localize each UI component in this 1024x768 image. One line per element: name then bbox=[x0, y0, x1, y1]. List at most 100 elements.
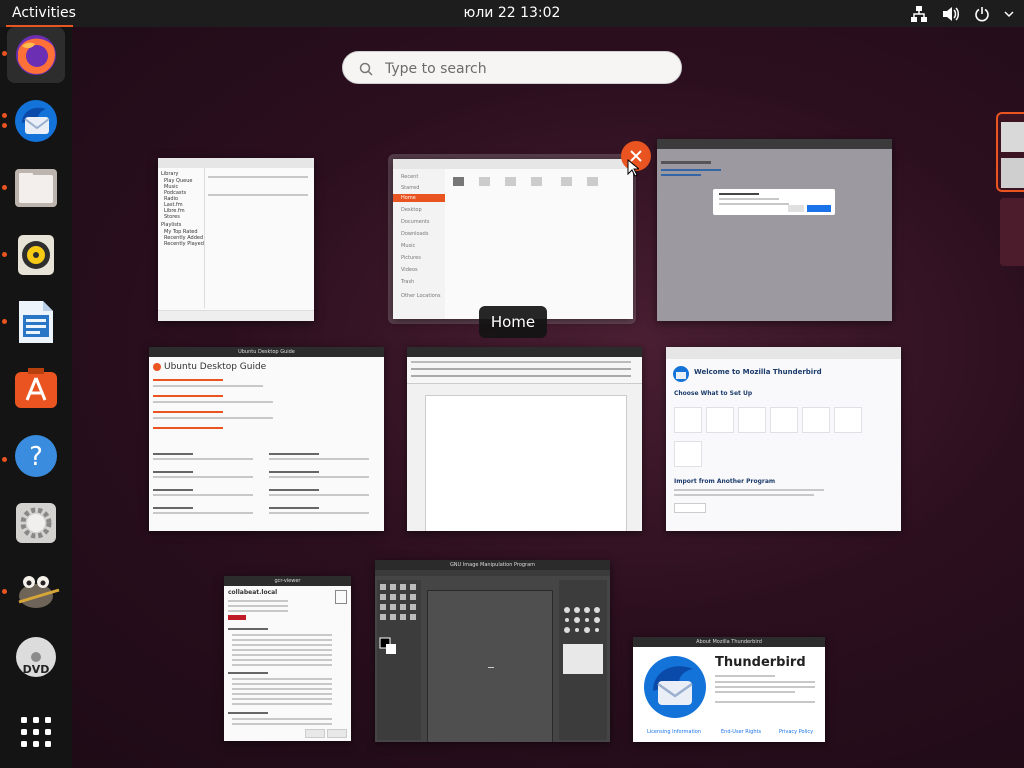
dock-rhythmbox[interactable] bbox=[7, 227, 65, 283]
setup-filelink-button[interactable] bbox=[802, 407, 830, 433]
writer-icon bbox=[19, 301, 53, 343]
dialog-confirm-button[interactable] bbox=[807, 205, 831, 212]
window-title: About Mozilla Thunderbird bbox=[696, 639, 762, 645]
svg-text:DVD: DVD bbox=[23, 663, 50, 676]
gimp-toolbox[interactable] bbox=[377, 580, 421, 740]
search-input[interactable] bbox=[383, 58, 667, 80]
thunderbird-logo-icon bbox=[644, 656, 706, 718]
dock-firefox[interactable] bbox=[7, 27, 65, 83]
sidebar-item-starred[interactable]: Starred bbox=[401, 185, 419, 191]
window-about-thunderbird[interactable]: About Mozilla Thunderbird Thunderbird Li… bbox=[633, 637, 825, 742]
search-box[interactable] bbox=[342, 51, 682, 84]
window-files-home[interactable]: Recent Starred Home Desktop Documents Do… bbox=[393, 159, 633, 319]
network-icon[interactable] bbox=[910, 6, 928, 22]
dock-writer[interactable] bbox=[7, 294, 65, 350]
dock-files[interactable] bbox=[7, 160, 65, 216]
sidebar-item-other-locations[interactable]: Other Locations bbox=[401, 293, 441, 299]
rhythmbox-playbar bbox=[158, 310, 314, 321]
window-tooltip: Home bbox=[479, 306, 547, 338]
sidebar-item-downloads[interactable]: Downloads bbox=[401, 231, 428, 237]
dock-dvd[interactable]: DVD bbox=[7, 629, 65, 685]
certificate-domain: collabeat.local bbox=[228, 589, 278, 596]
window-rhythmbox[interactable]: Library Play Queue Music Podcasts Radio … bbox=[158, 158, 314, 321]
sidebar-item[interactable]: Stores bbox=[164, 214, 180, 220]
window-title: Ubuntu Desktop Guide bbox=[238, 349, 295, 355]
setup-email-button[interactable] bbox=[674, 407, 702, 433]
end-user-rights-link[interactable]: End-User Rights bbox=[721, 729, 761, 735]
setup-addressbook-button[interactable] bbox=[738, 407, 766, 433]
product-name: Thunderbird bbox=[715, 655, 806, 670]
sidebar-item[interactable]: Recently Played bbox=[164, 241, 204, 247]
welcome-heading: Welcome to Mozilla Thunderbird bbox=[694, 368, 822, 376]
close-dialog-button[interactable] bbox=[327, 729, 347, 738]
window-gimp[interactable]: GNU Image Manipulation Program bbox=[375, 560, 610, 742]
help-icon: ? bbox=[15, 435, 57, 477]
setup-calendar-button[interactable] bbox=[706, 407, 734, 433]
sidebar-label: Playlists bbox=[161, 222, 182, 228]
thunderbird-icon bbox=[15, 100, 57, 142]
activities-button[interactable]: Activities bbox=[0, 0, 88, 27]
sidebar-label: Library bbox=[161, 171, 179, 177]
writer-toolbar bbox=[407, 357, 642, 384]
gimp-menubar[interactable] bbox=[375, 570, 610, 576]
window-thunderbird[interactable]: Welcome to Mozilla Thunderbird Choose Wh… bbox=[666, 347, 901, 531]
gimp-brushes-panel[interactable] bbox=[559, 580, 607, 740]
import-button[interactable] bbox=[674, 503, 706, 513]
sidebar-item-home[interactable]: Home bbox=[401, 195, 416, 201]
dock-software[interactable] bbox=[7, 361, 65, 417]
sidebar-item-recent[interactable]: Recent bbox=[401, 174, 418, 180]
dialog-cancel-button[interactable] bbox=[788, 205, 804, 212]
setup-newsgroups-button[interactable] bbox=[674, 441, 702, 467]
sidebar-item-pictures[interactable]: Pictures bbox=[401, 255, 421, 261]
sidebar-item-music[interactable]: Music bbox=[401, 243, 415, 249]
system-tray[interactable] bbox=[910, 4, 1014, 24]
window-help[interactable]: Ubuntu Desktop Guide Ubuntu Desktop Guid… bbox=[149, 347, 384, 531]
chevron-down-icon[interactable] bbox=[1004, 10, 1014, 18]
window-firefox[interactable] bbox=[657, 139, 892, 321]
window-titlebar: GNU Image Manipulation Program bbox=[375, 560, 610, 570]
import-section-title: Import from Another Program bbox=[674, 478, 776, 485]
svg-text:?: ? bbox=[29, 442, 43, 472]
dock-thunderbird[interactable] bbox=[7, 93, 65, 149]
setup-feeds-button[interactable] bbox=[834, 407, 862, 433]
show-applications-button[interactable] bbox=[7, 704, 65, 760]
window-titlebar bbox=[657, 139, 892, 149]
window-writer[interactable] bbox=[407, 347, 642, 531]
grid-icon bbox=[21, 717, 51, 747]
setup-section-title: Choose What to Set Up bbox=[674, 390, 753, 397]
document-page[interactable] bbox=[425, 395, 627, 531]
dock-help[interactable]: ? bbox=[7, 428, 65, 484]
sidebar-item-trash[interactable]: Trash bbox=[401, 279, 414, 285]
privacy-policy-link[interactable]: Privacy Policy bbox=[779, 729, 813, 735]
running-indicator bbox=[2, 457, 7, 462]
export-button[interactable] bbox=[305, 729, 325, 738]
window-titlebar bbox=[393, 159, 633, 169]
setup-options bbox=[674, 407, 874, 435]
volume-icon[interactable] bbox=[942, 6, 960, 22]
dock: ? DVD bbox=[0, 27, 72, 768]
workspace-thumbnail-current[interactable] bbox=[996, 112, 1024, 192]
sidebar-item-desktop[interactable]: Desktop bbox=[401, 207, 422, 213]
workspace-thumbnail-next[interactable] bbox=[1000, 198, 1024, 266]
window-titlebar bbox=[666, 347, 901, 359]
window-titlebar: About Mozilla Thunderbird bbox=[633, 637, 825, 647]
sidebar-item-documents[interactable]: Documents bbox=[401, 219, 430, 225]
ubuntu-logo-icon bbox=[153, 363, 161, 371]
licensing-link[interactable]: Licensing Information bbox=[647, 729, 701, 735]
power-icon[interactable] bbox=[974, 6, 990, 22]
gimp-canvas[interactable] bbox=[427, 590, 553, 742]
clock[interactable]: юли 22 13:02 bbox=[464, 5, 561, 21]
gimp-icon bbox=[18, 576, 60, 608]
sidebar-item-videos[interactable]: Videos bbox=[401, 267, 418, 273]
rhythmbox-sidebar: Library Play Queue Music Podcasts Radio … bbox=[158, 168, 205, 308]
running-indicator bbox=[2, 123, 7, 128]
clock-area: юли 22 13:02 bbox=[0, 0, 1024, 27]
window-certificate-viewer[interactable]: gcr-viewer collabeat.local bbox=[224, 576, 351, 741]
files-sidebar: Recent Starred Home Desktop Documents Do… bbox=[393, 169, 445, 319]
dock-gimp[interactable] bbox=[7, 562, 65, 618]
dock-settings[interactable] bbox=[7, 495, 65, 551]
validity-badge bbox=[228, 615, 246, 620]
running-indicator bbox=[2, 185, 7, 190]
setup-chat-button[interactable] bbox=[770, 407, 798, 433]
thunderbird-logo-icon bbox=[673, 366, 689, 382]
